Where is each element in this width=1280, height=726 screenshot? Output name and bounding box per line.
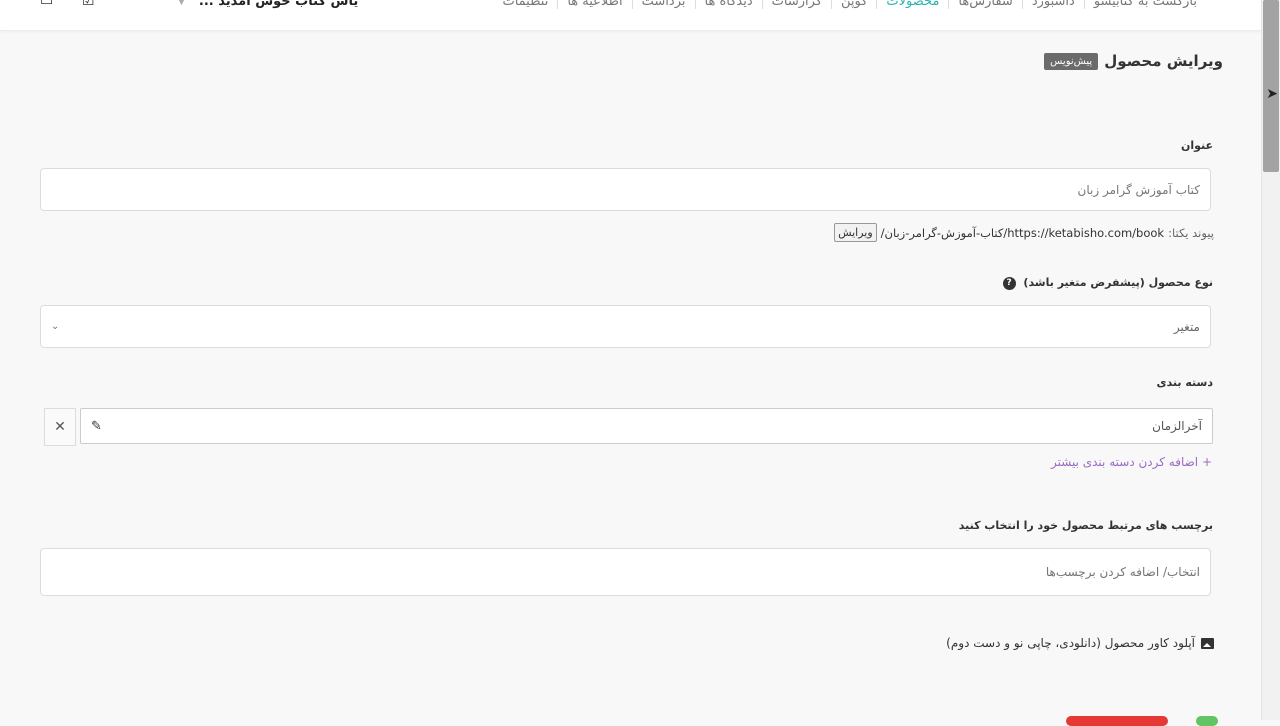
title-label: عنوان: [1180, 139, 1213, 152]
checklist-icon[interactable]: ☑: [82, 0, 95, 9]
product-type-label-text: نوع محصول (پیشفرض متغیر باشد): [1023, 276, 1213, 289]
category-value: آخرالزمان: [1152, 419, 1202, 433]
nav-item-products[interactable]: محصولات: [876, 0, 948, 9]
nav-item-notices[interactable]: اطلاعیه ها: [557, 0, 631, 9]
tags-label: برچسب های مرتبط محصول خود را انتخاب کنید: [958, 519, 1213, 532]
product-type-value: متغیر: [1173, 319, 1200, 334]
profile-icon[interactable]: ▭: [40, 0, 53, 9]
product-type-label: نوع محصول (پیشفرض متغیر باشد) ?: [1002, 276, 1213, 290]
add-category-link[interactable]: + اضافه کردن دسته بندی بیشتر: [1051, 455, 1212, 469]
nav-item-dashboard[interactable]: داشبورد: [1021, 0, 1084, 9]
page-title-text: ویرایش محصول: [1104, 52, 1223, 70]
category-select[interactable]: آخرالزمان ✎: [80, 408, 1213, 444]
upload-cover-label: آپلود کاور محصول (دانلودی، چاپی نو و دست…: [946, 636, 1195, 650]
tags-input[interactable]: [40, 548, 1211, 596]
permalink-edit-button[interactable]: ویرایش: [834, 223, 877, 242]
permalink: پیوند یکتا: https://ketabisho.com/book/ک…: [834, 223, 1214, 242]
main-nav: بازگشت به کتابیشو داشبورد سفارش‌ها محصول…: [493, 0, 1206, 9]
category-row: ✕ آخرالزمان ✎: [44, 408, 1213, 446]
title-input[interactable]: [40, 168, 1211, 211]
image-icon: [1201, 637, 1214, 649]
nav-item-reports[interactable]: گزارشات: [761, 0, 831, 9]
store-selector[interactable]: یاس کتاب خوش امدید ... ▼: [178, 0, 358, 9]
nav-item-back[interactable]: بازگشت به کتابیشو: [1083, 0, 1206, 9]
question-circle-icon[interactable]: ?: [1002, 276, 1016, 290]
permalink-label: پیوند یکتا:: [1168, 225, 1214, 240]
category-label: دسته بندی: [1156, 376, 1213, 389]
nav-item-coupon[interactable]: کوپن: [830, 0, 876, 9]
page-title: ویرایش محصول پیش‌نویس: [1044, 52, 1223, 70]
upload-cover[interactable]: آپلود کاور محصول (دانلودی، چاپی نو و دست…: [946, 636, 1214, 650]
top-navbar: بازگشت به کتابیشو داشبورد سفارش‌ها محصول…: [0, 0, 1262, 31]
permalink-url: https://ketabisho.com/book/کتاب-آموزش-گر…: [880, 225, 1165, 240]
save-button[interactable]: [1196, 716, 1218, 726]
nav-item-withdraw[interactable]: برداشت: [631, 0, 695, 9]
status-badge: پیش‌نویس: [1044, 52, 1099, 70]
scrollbar[interactable]: [1261, 0, 1280, 720]
delete-button[interactable]: [1066, 716, 1168, 726]
nav-item-settings[interactable]: تنظیمات: [493, 0, 557, 9]
mouse-cursor-icon: ➤: [1266, 86, 1278, 102]
nav-item-orders[interactable]: سفارش‌ها: [948, 0, 1021, 9]
chevron-down-icon: ▼: [178, 0, 185, 7]
pencil-edit-icon[interactable]: ✎: [91, 419, 102, 434]
chevron-down-icon: ⌄: [51, 321, 60, 332]
close-icon[interactable]: ✕: [44, 408, 76, 446]
store-name: یاس کتاب خوش امدید ...: [198, 0, 359, 9]
product-type-select[interactable]: متغیر ⌄: [40, 305, 1211, 348]
nav-item-reviews[interactable]: دیدگاه ها: [694, 0, 762, 9]
